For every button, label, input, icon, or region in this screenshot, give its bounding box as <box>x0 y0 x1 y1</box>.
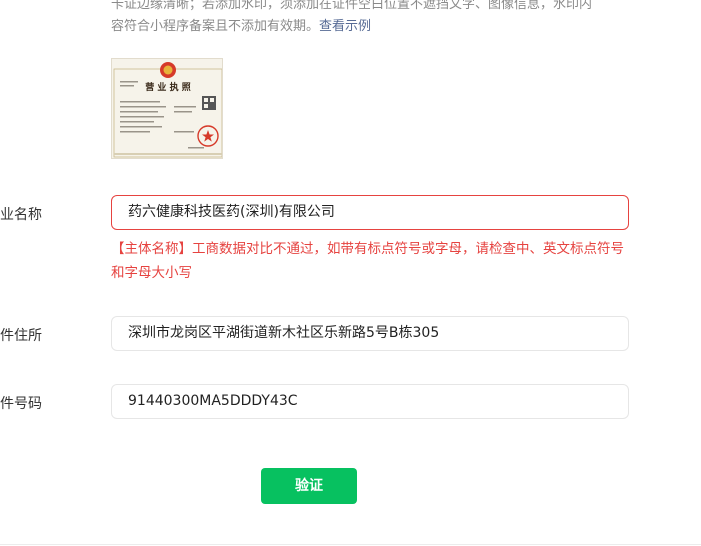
address-value: 深圳市龙岗区平湖街道新木社区乐新路5号B栋305 <box>128 325 440 341</box>
bottom-divider <box>0 544 701 545</box>
license-illustration: 营 业 执 照 <box>112 59 222 158</box>
verify-button[interactable]: 验证 <box>261 468 357 504</box>
business-license-image[interactable]: 营 业 执 照 <box>111 58 223 159</box>
id-number-label: 证件号码 <box>0 396 42 412</box>
view-example-link[interactable]: 查看示例 <box>319 19 371 34</box>
id-number-field[interactable]: 91440300MA5DDDY43C <box>111 384 629 419</box>
national-emblem-icon <box>160 62 176 78</box>
company-name-error-message: 【主体名称】工商数据对比不通过，如带有标点符号或字母，请检查中、英文标点符号和字… <box>111 241 624 281</box>
description-line2: 容符合小程序备案且不添加有效期。 <box>111 19 320 34</box>
qr-code-icon <box>202 96 216 110</box>
address-field[interactable]: 深圳市龙岗区平湖街道新木社区乐新路5号B栋305 <box>111 316 629 351</box>
company-name-label: 企业名称 <box>0 207 42 223</box>
upload-description: 卡证边缘清晰；若添加水印，须添加在证件空白位置不遮挡文字、图像信息，水印内 容符… <box>111 0 631 38</box>
company-name-field[interactable]: 药六健康科技医药(深圳)有限公司 <box>111 195 629 230</box>
id-number-value: 91440300MA5DDDY43C <box>128 393 298 409</box>
description-line1: 卡证边缘清晰；若添加水印，须添加在证件空白位置不遮挡文字、图像信息，水印内 <box>111 0 593 12</box>
address-label: 证件住所 <box>0 328 42 344</box>
company-name-value: 药六健康科技医药(深圳)有限公司 <box>128 204 335 220</box>
license-title: 营 业 执 照 <box>145 81 190 93</box>
